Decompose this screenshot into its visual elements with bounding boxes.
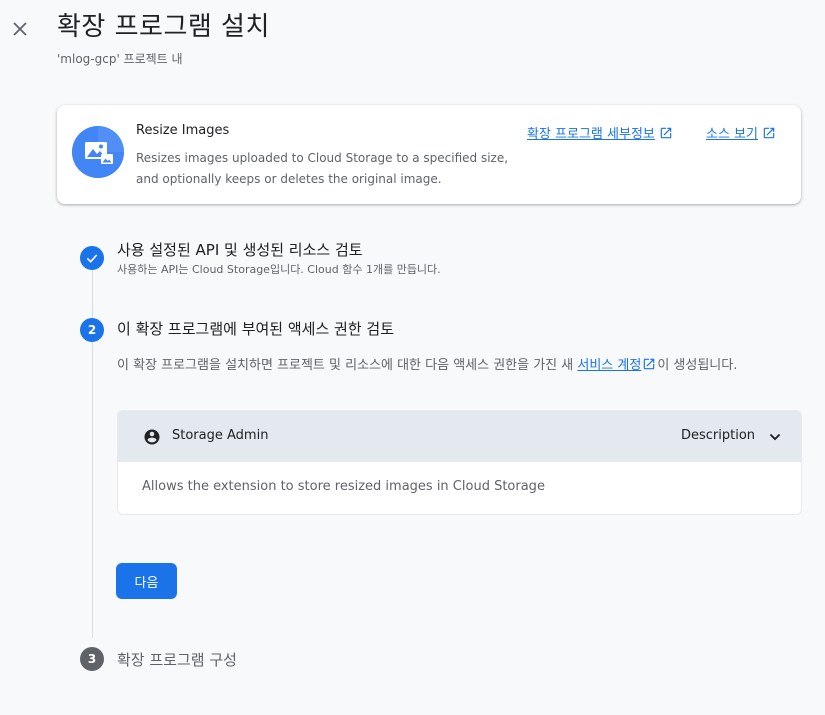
view-source-link[interactable]: 소스 보기 [706,123,776,142]
role-name: Storage Admin [172,428,269,443]
close-button[interactable] [8,17,32,41]
step-3-title[interactable]: 확장 프로그램 구성 [117,649,237,670]
step-2-indicator: 2 [80,318,104,342]
account-circle-icon [144,429,160,445]
close-icon [13,22,27,36]
extension-card: Resize Images Resizes images uploaded to… [57,105,801,204]
check-icon [86,254,98,263]
permission-panel: Storage Admin Description Allows the ext… [117,410,802,515]
step-1-subtitle: 사용하는 API는 Cloud Storage입니다. Cloud 함수 1개를… [117,263,441,276]
step-3-indicator: 3 [80,647,104,671]
extension-description: Resizes images uploaded to Cloud Storage… [136,151,509,186]
page-subtitle: 'mlog-gcp' 프로젝트 내 [57,52,183,66]
step-2-description: 이 확장 프로그램을 설치하면 프로젝트 및 리소스에 대한 다음 액세스 권한… [117,355,797,376]
image-icon [72,126,124,178]
open-in-new-icon [660,127,672,138]
step-2-description-end: 이 생성됩니다. [657,358,738,373]
permission-header[interactable]: Storage Admin Description [118,411,801,462]
step-2-title: 이 확장 프로그램에 부여된 액세스 권한 검토 [117,320,395,338]
chevron-down-icon [769,433,781,441]
service-account-link[interactable]: 서비스 계정 [577,358,641,373]
extension-details-label: 확장 프로그램 세부정보 [527,127,655,142]
page-title: 확장 프로그램 설치 [57,12,270,42]
step-1-indicator [80,246,104,270]
open-in-new-icon [644,358,655,370]
description-toggle-label: Description [681,428,756,443]
step-1-title[interactable]: 사용 설정된 API 및 생성된 리소스 검토 [117,239,363,260]
next-button[interactable]: 다음 [116,563,177,599]
extension-details-link[interactable]: 확장 프로그램 세부정보 [527,123,673,142]
extension-name: Resize Images [136,123,230,138]
step-2-description-text: 이 확장 프로그램을 설치하면 프로젝트 및 리소스에 대한 다음 액세스 권한… [117,358,578,373]
permission-description: Allows the extension to store resized im… [142,479,545,494]
open-in-new-icon [763,127,775,138]
view-source-label: 소스 보기 [706,127,758,142]
